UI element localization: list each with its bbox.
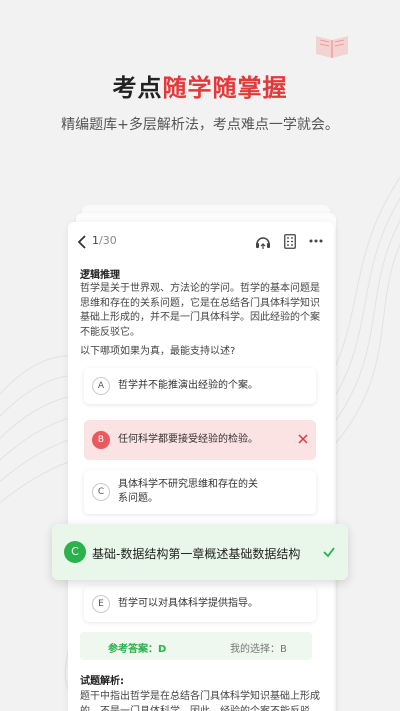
- option-text: 哲学可以对具体科学提供指导。: [118, 598, 258, 609]
- option-text: 具体科学不研究思维和存在的关系问题。: [118, 479, 258, 504]
- option-text: 哲学并不能推演出经验的个案。: [118, 380, 258, 391]
- question-topbar: 1/30: [68, 222, 334, 262]
- option-a[interactable]: A 哲学并不能推演出经验的个案。: [84, 368, 316, 404]
- check-icon: [323, 547, 335, 558]
- back-icon[interactable]: [76, 234, 90, 250]
- question-text: 哲学是关于世界观、方法论的学问。哲学的基本问题是思维和存在的关系问题，它是在总结…: [80, 283, 320, 338]
- floating-option-card[interactable]: C 基础-数据结构第一章概述基础数据结构: [52, 524, 348, 580]
- question-type: 逻辑推理: [80, 270, 120, 281]
- question-card: 1/30 逻辑推理 哲学是关于世界观、方法论的学问。哲学的基本问题是思维和存在的…: [68, 222, 334, 711]
- option-text: 任何科学都要接受经验的检验。: [118, 434, 258, 445]
- headset-icon[interactable]: [254, 233, 272, 251]
- book-icon: [316, 36, 348, 58]
- analysis-text: 题干中指出哲学是在总结各门具体科学知识基础上形成的，不是一门具体科学。因此，经验…: [80, 691, 320, 711]
- option-letter: A: [92, 377, 110, 395]
- total-pages: /30: [99, 234, 117, 247]
- option-e[interactable]: E 哲学可以对具体科学提供指导。: [84, 586, 316, 622]
- analysis-title: 试题解析:: [80, 676, 124, 687]
- option-letter: E: [92, 595, 110, 613]
- page-counter: 1/30: [92, 234, 117, 247]
- option-letter: B: [92, 431, 110, 449]
- my-choice: 我的选择：B: [230, 644, 287, 655]
- close-icon: [298, 434, 308, 444]
- reference-answer: 参考答案：D: [108, 644, 167, 655]
- option-b[interactable]: B 任何科学都要接受经验的检验。: [84, 420, 316, 460]
- headline: 考点随学随掌握: [0, 68, 400, 103]
- answer-bar: 参考答案：D 我的选择：B: [80, 632, 312, 660]
- current-page: 1: [92, 234, 99, 247]
- option-letter: C: [92, 483, 110, 501]
- subtitle: 精编题库+多层解析法，考点难点一学就会。: [61, 117, 339, 133]
- headline-dark: 考点: [112, 74, 163, 102]
- question-prompt: 以下哪项如果为真，最能支持以述?: [80, 346, 236, 357]
- answer-sheet-icon[interactable]: [284, 234, 296, 249]
- option-c[interactable]: C 具体科学不研究思维和存在的关系问题。: [84, 470, 316, 514]
- headline-accent: 随学随掌握: [162, 74, 288, 102]
- option-text: 基础-数据结构第一章概述基础数据结构: [92, 547, 301, 561]
- more-icon[interactable]: [308, 235, 324, 247]
- option-letter: C: [64, 541, 86, 563]
